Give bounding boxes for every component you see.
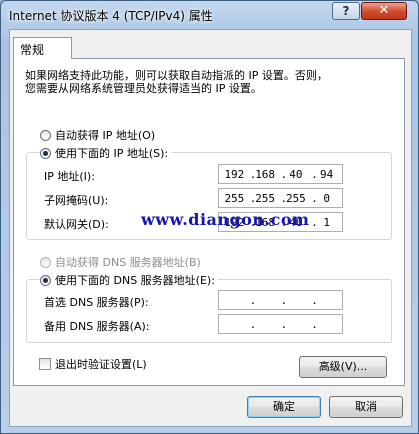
octet: 94 bbox=[320, 167, 334, 181]
dns-manual-option[interactable]: 使用下面的 DNS 服务器地址(E): bbox=[40, 272, 218, 288]
octet: 255 bbox=[285, 191, 306, 205]
description-text: 如果网络支持此功能，则可以获取自动指派的 IP 设置。否则， 您需要从网络系统管… bbox=[25, 69, 395, 95]
help-button[interactable]: ? bbox=[332, 2, 360, 20]
subnet-mask-label: 子网掩码(U): bbox=[44, 194, 109, 207]
advanced-button[interactable]: 高级(V)... bbox=[299, 356, 387, 378]
dns-auto-label: 自动获得 DNS 服务器地址(B) bbox=[55, 256, 201, 269]
ip-auto-label: 自动获得 IP 地址(O) bbox=[55, 129, 156, 142]
subnet-mask-input[interactable]: 255. 255. 255. 0 bbox=[218, 188, 343, 208]
dialog-client-area: 常规 如果网络支持此功能，则可以获取自动指派的 IP 设置。否则， 您需要从网络… bbox=[9, 29, 412, 427]
validate-on-exit-option[interactable]: 退出时验证设置(L) bbox=[39, 356, 147, 372]
alternate-dns-label: 备用 DNS 服务器(A): bbox=[44, 320, 150, 333]
ip-manual-radio[interactable] bbox=[40, 147, 51, 159]
preferred-dns-input[interactable]: . . . bbox=[218, 290, 343, 310]
ip-auto-option[interactable]: 自动获得 IP 地址(O) bbox=[40, 127, 155, 143]
octet: 40 bbox=[289, 167, 303, 181]
octet: 255 bbox=[255, 191, 276, 205]
ip-manual-option[interactable]: 使用下面的 IP 地址(S): bbox=[40, 145, 172, 161]
dns-manual-radio[interactable] bbox=[40, 274, 51, 286]
preferred-dns-label: 首选 DNS 服务器(P): bbox=[44, 296, 149, 309]
octet: 1 bbox=[323, 215, 330, 229]
validate-on-exit-checkbox[interactable] bbox=[39, 358, 51, 370]
cancel-button[interactable]: 取消 bbox=[329, 396, 403, 418]
octet: 192 bbox=[224, 167, 245, 181]
alternate-dns-input[interactable]: . . . bbox=[218, 314, 343, 334]
ok-button[interactable]: 确定 bbox=[247, 396, 321, 418]
close-button[interactable]: ✕ bbox=[361, 2, 407, 20]
octet: 168 bbox=[255, 167, 276, 181]
tab-general[interactable]: 常规 bbox=[13, 37, 72, 59]
octet: 255 bbox=[224, 191, 245, 205]
description-line-2: 您需要从网络系统管理员处获得适当的 IP 设置。 bbox=[25, 82, 262, 95]
octet: 0 bbox=[323, 191, 330, 205]
ip-auto-radio[interactable] bbox=[40, 129, 51, 141]
description-line-1: 如果网络支持此功能，则可以获取自动指派的 IP 设置。否则， bbox=[25, 69, 328, 82]
validate-on-exit-label: 退出时验证设置(L) bbox=[55, 358, 147, 371]
ip-manual-label: 使用下面的 IP 地址(S): bbox=[55, 147, 169, 160]
ip-address-input[interactable]: 192. 168. 40. 94 bbox=[218, 164, 343, 184]
window-title: Internet 协议版本 4 (TCP/IPv4) 属性 bbox=[9, 9, 213, 23]
dns-auto-radio[interactable] bbox=[40, 256, 51, 268]
dialog-window: Internet 协议版本 4 (TCP/IPv4) 属性 ? ✕ 常规 如果网… bbox=[0, 0, 419, 434]
ip-address-label: IP 地址(I): bbox=[44, 170, 95, 183]
dns-manual-label: 使用下面的 DNS 服务器地址(E): bbox=[55, 274, 215, 287]
default-gateway-label: 默认网关(D): bbox=[44, 218, 109, 231]
watermark-text: www.diangon.com bbox=[141, 210, 310, 229]
dns-auto-option[interactable]: 自动获得 DNS 服务器地址(B) bbox=[40, 254, 201, 270]
